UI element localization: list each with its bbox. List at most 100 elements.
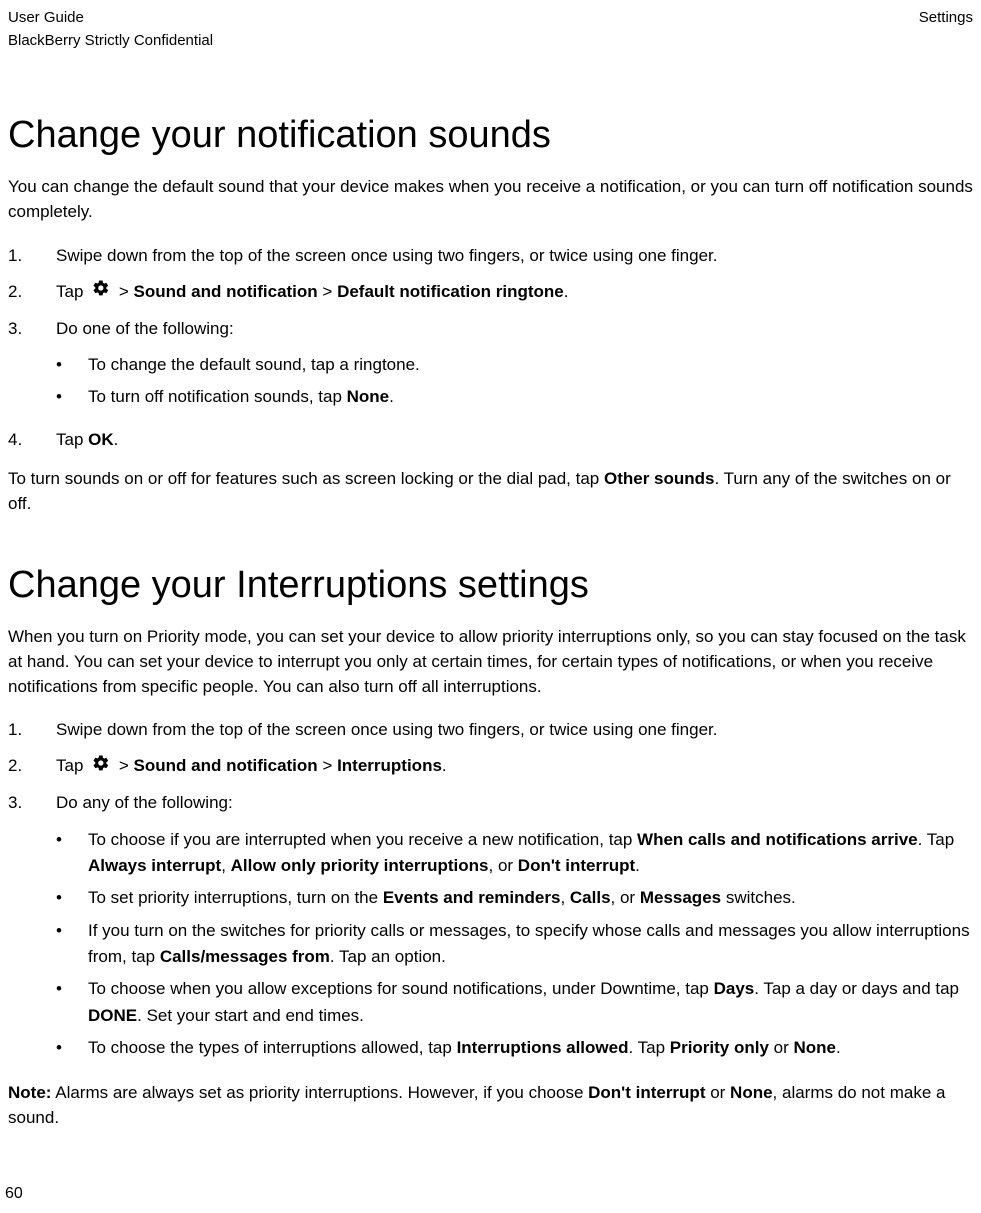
list-item: • To choose when you allow exceptions fo… <box>56 976 973 1029</box>
dot: . <box>114 430 119 449</box>
note-label: Note: <box>8 1083 51 1102</box>
bold: DONE <box>88 1006 137 1025</box>
list-item: 1. Swipe down from the top of the screen… <box>8 243 973 269</box>
bold: Interruptions <box>337 756 442 775</box>
step-number: 2. <box>8 279 56 306</box>
gt: > <box>119 756 134 775</box>
settings-gear-icon <box>92 279 110 305</box>
dot: . <box>442 756 447 775</box>
bold: Don't interrupt <box>518 856 635 875</box>
bullet-char: • <box>56 827 88 880</box>
list-item: 2. Tap > Sound and notification > Interr… <box>8 753 973 780</box>
list-item: • To choose the types of interruptions a… <box>56 1035 973 1061</box>
bullet-char: • <box>56 1035 88 1061</box>
bullet-text: To set priority interruptions, turn on t… <box>88 885 973 911</box>
pre: To turn off notification sounds, tap <box>88 387 347 406</box>
bold: When calls and notifications arrive <box>637 830 918 849</box>
bold: Messages <box>640 888 721 907</box>
dot: . <box>836 1038 841 1057</box>
step2-pre: Tap <box>56 756 88 775</box>
step-number: 1. <box>8 717 56 743</box>
section1-title: Change your notification sounds <box>8 114 973 157</box>
bold: Priority only <box>670 1038 769 1057</box>
list-item: 2. Tap > Sound and notification > Defaul… <box>8 279 973 306</box>
mid: , <box>560 888 569 907</box>
step-number: 2. <box>8 753 56 780</box>
bold: Days <box>714 979 755 998</box>
list-item: • To choose if you are interrupted when … <box>56 827 973 880</box>
bullet-char: • <box>56 384 88 410</box>
step-number: 4. <box>8 427 56 453</box>
mid: or <box>769 1038 794 1057</box>
bold: Interruptions allowed <box>457 1038 629 1057</box>
bullet-text: To change the default sound, tap a ringt… <box>88 352 973 378</box>
list-item: • To turn off notification sounds, tap N… <box>56 384 973 410</box>
bold: Events and reminders <box>383 888 561 907</box>
step-text: Tap > Sound and notification > Default n… <box>56 279 973 306</box>
list-item: 4. Tap OK. <box>8 427 973 453</box>
bullet-text: To turn off notification sounds, tap Non… <box>88 384 973 410</box>
pre: To choose the types of interruptions all… <box>88 1038 457 1057</box>
bold: Sound and notification <box>134 756 318 775</box>
step-text: Tap > Sound and notification > Interrupt… <box>56 753 973 780</box>
pre: To choose when you allow exceptions for … <box>88 979 714 998</box>
section1-intro: You can change the default sound that yo… <box>8 175 973 224</box>
pre: Tap <box>56 430 88 449</box>
mid: , <box>221 856 230 875</box>
section2-note: Note: Alarms are always set as priority … <box>8 1081 973 1130</box>
list-item: • To set priority interruptions, turn on… <box>56 885 973 911</box>
bullet-char: • <box>56 918 88 971</box>
mid: , or <box>611 888 640 907</box>
bullet-text: To choose when you allow exceptions for … <box>88 976 973 1029</box>
bold: Calls <box>570 888 611 907</box>
bold: Other sounds <box>604 469 715 488</box>
post: . Set your start and end times. <box>137 1006 364 1025</box>
step-number: 3. <box>8 316 56 417</box>
gt: > <box>322 756 337 775</box>
step-number: 3. <box>8 790 56 1067</box>
dot: . <box>389 387 394 406</box>
gt: > <box>322 282 337 301</box>
step-text: Do any of the following: • To choose if … <box>56 790 973 1067</box>
step-number: 1. <box>8 243 56 269</box>
section2-steps: 1. Swipe down from the top of the screen… <box>8 717 973 1067</box>
bold: Allow only priority interruptions <box>231 856 489 875</box>
list-item: 3. Do any of the following: • To choose … <box>8 790 973 1067</box>
bullet-char: • <box>56 976 88 1029</box>
bold: Always interrupt <box>88 856 221 875</box>
step3-text: Do any of the following: <box>56 793 233 812</box>
bold: OK <box>88 430 114 449</box>
post: . Tap an option. <box>330 947 446 966</box>
pre: Alarms are always set as priority interr… <box>51 1083 588 1102</box>
list-item: • To change the default sound, tap a rin… <box>56 352 973 378</box>
mid: , or <box>489 856 518 875</box>
mid: . Tap <box>628 1038 669 1057</box>
header-left-top: User Guide <box>8 8 84 28</box>
mid: or <box>705 1083 730 1102</box>
step2-pre: Tap <box>56 282 88 301</box>
pre: To turn sounds on or off for features su… <box>8 469 604 488</box>
step-text: Swipe down from the top of the screen on… <box>56 717 973 743</box>
bold: None <box>347 387 390 406</box>
bullet-char: • <box>56 352 88 378</box>
bold: Default notification ringtone <box>337 282 564 301</box>
mid: . Tap <box>918 830 955 849</box>
post: switches. <box>721 888 796 907</box>
bullet-text: To choose the types of interruptions all… <box>88 1035 973 1061</box>
bold: None <box>730 1083 773 1102</box>
section1-bullets: • To change the default sound, tap a rin… <box>56 352 973 411</box>
section1-after: To turn sounds on or off for features su… <box>8 467 973 516</box>
list-item: 1. Swipe down from the top of the screen… <box>8 717 973 743</box>
pre: To set priority interruptions, turn on t… <box>88 888 383 907</box>
bullet-char: • <box>56 885 88 911</box>
section2-intro: When you turn on Priority mode, you can … <box>8 625 973 699</box>
step3-text: Do one of the following: <box>56 319 234 338</box>
bold: None <box>794 1038 837 1057</box>
section2-bullets: • To choose if you are interrupted when … <box>56 827 973 1062</box>
bold: Sound and notification <box>134 282 318 301</box>
settings-gear-icon <box>92 754 110 780</box>
page-number: 60 <box>5 1185 23 1203</box>
section2-title: Change your Interruptions settings <box>8 564 973 607</box>
list-item: 3. Do one of the following: • To change … <box>8 316 973 417</box>
section1-steps: 1. Swipe down from the top of the screen… <box>8 243 973 453</box>
